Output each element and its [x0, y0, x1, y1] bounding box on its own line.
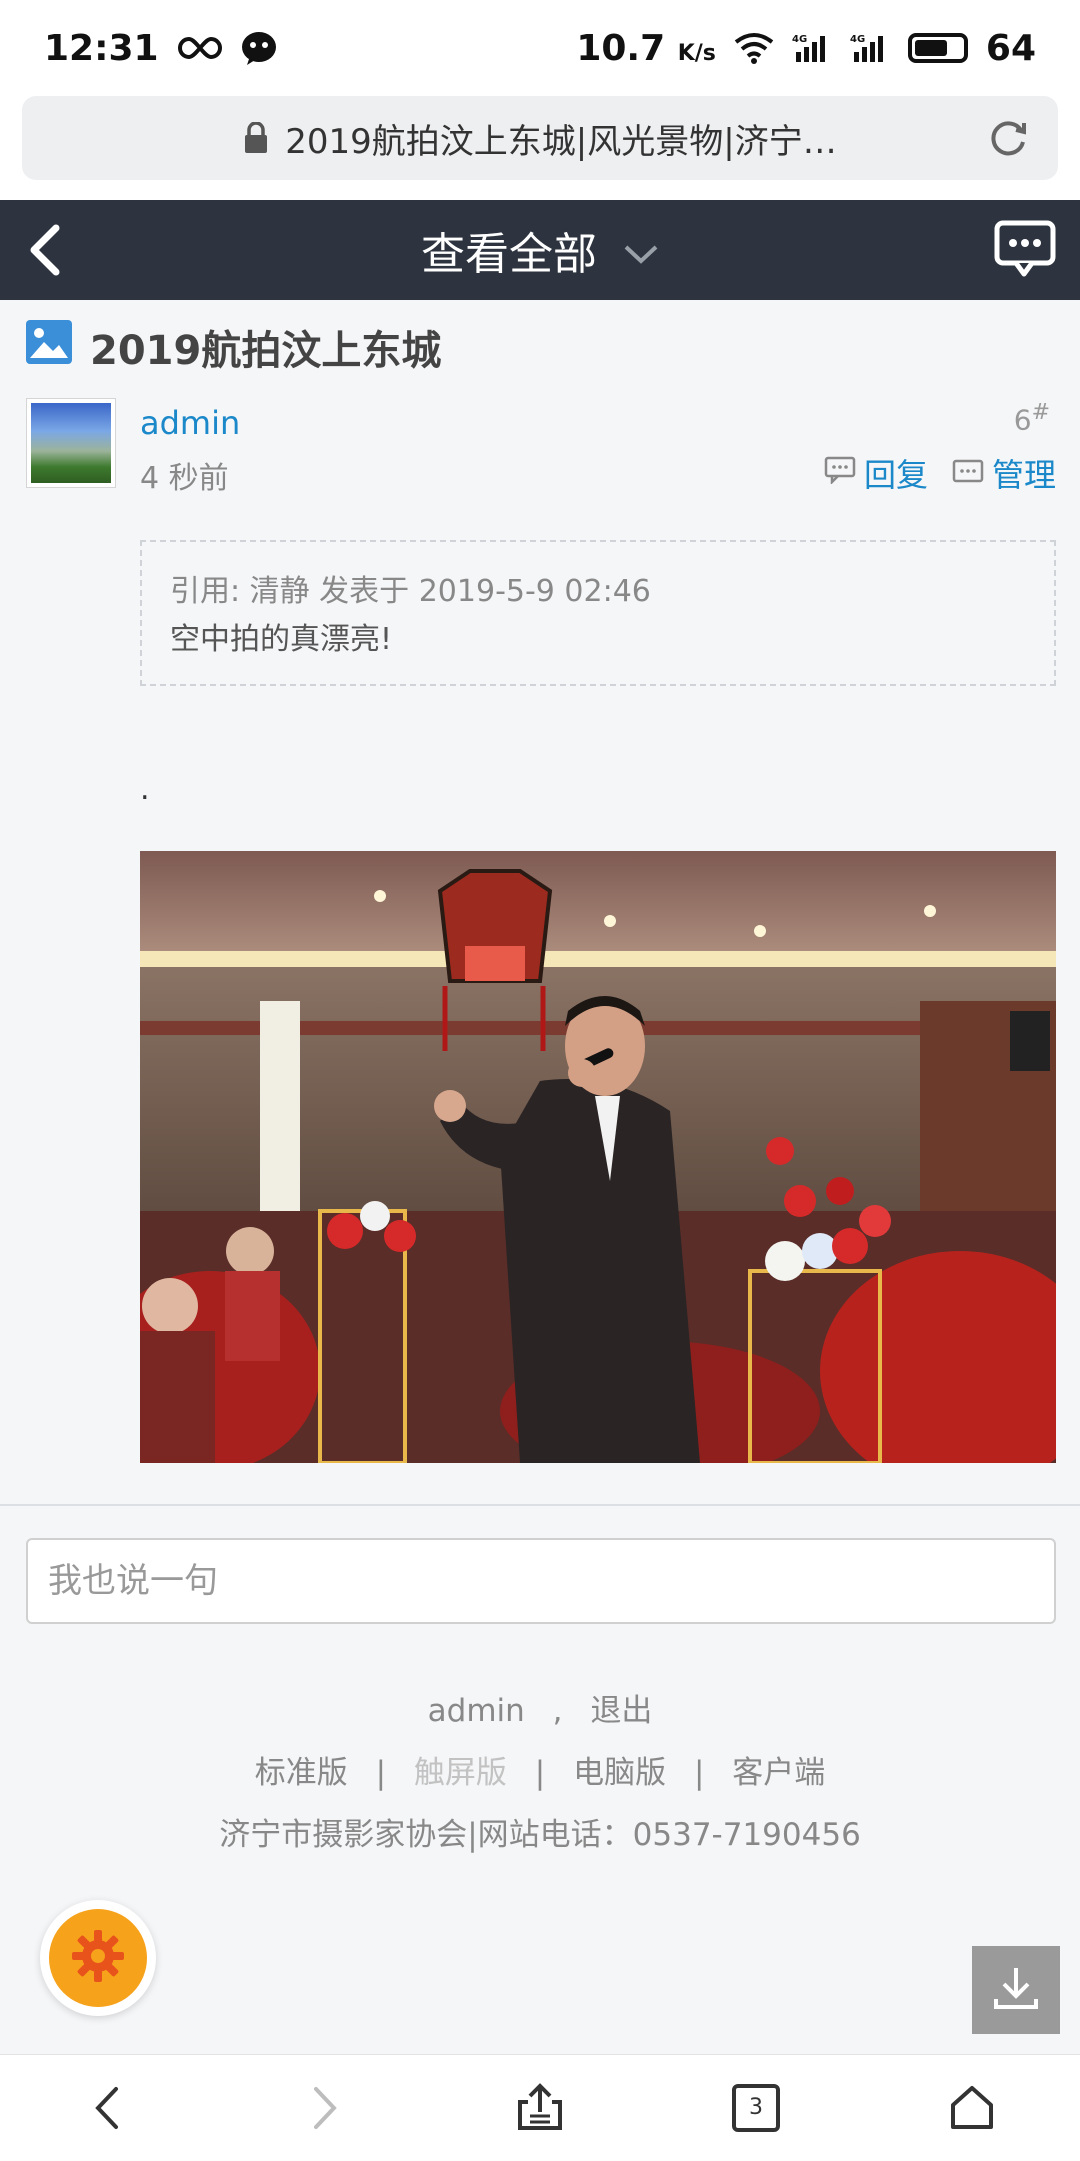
post-time: 4 秒前 — [140, 461, 229, 496]
quote-body: 空中拍的真漂亮! — [170, 622, 393, 657]
reply-label: 回复 — [863, 456, 928, 494]
address-bar-container: 2019航拍汶上东城|风光景物|济宁… — [0, 96, 1080, 200]
manage-button[interactable]: 管理 — [952, 450, 1056, 496]
chat-app-icon — [241, 31, 277, 65]
post-photo[interactable] — [140, 851, 1056, 1463]
address-bar[interactable]: 2019航拍汶上东城|风光景物|济宁… — [22, 96, 1058, 180]
battery-icon — [907, 33, 968, 63]
quote-header: 引用: 清静 发表于 2019-5-9 02:46 — [170, 574, 651, 609]
share-icon[interactable] — [495, 2063, 585, 2153]
avatar[interactable] — [26, 398, 116, 488]
lock-icon — [243, 122, 269, 154]
status-bar: 12:31 10.7 K/s 4G 4G 64 — [0, 0, 1080, 96]
client-link[interactable]: 客户端 — [732, 1755, 825, 1791]
footer: admin , 退出 标准版 | 触屏版 | 电脑版 | 客户端 济宁市摄影家协… — [0, 1680, 1080, 1866]
battery-level: 64 — [985, 27, 1036, 69]
post-actions: 回复 管理 — [824, 450, 1056, 496]
reply-input[interactable]: 我也说一句 — [26, 1538, 1056, 1624]
floor-number: 6# — [1013, 400, 1050, 437]
home-icon[interactable] — [927, 2063, 1017, 2153]
page-title: 2019航拍汶上东城 — [90, 328, 442, 374]
quote-block: 引用: 清静 发表于 2019-5-9 02:46 空中拍的真漂亮! — [140, 540, 1056, 686]
footer-version-row: 标准版 | 触屏版 | 电脑版 | 客户端 — [254, 1755, 826, 1791]
browser-toolbar: 3 — [0, 2054, 1080, 2161]
chevron-down-icon — [623, 225, 659, 276]
footer-user-row: admin , 退出 — [427, 1693, 653, 1729]
network-speed: 10.7 K/s — [576, 27, 716, 69]
settings-button[interactable] — [40, 1900, 156, 2016]
signal-4g-icon: 4G — [792, 32, 832, 64]
tabs-button[interactable]: 3 — [711, 2063, 801, 2153]
download-icon — [991, 1963, 1041, 2017]
browser-forward-icon — [279, 2063, 369, 2153]
browser-back-icon[interactable] — [63, 2063, 153, 2153]
post-text: . — [140, 772, 150, 807]
page-url-title: 2019航拍汶上东城|风光景物|济宁… — [285, 121, 837, 162]
reload-icon[interactable] — [986, 116, 1030, 169]
message-icon[interactable] — [994, 220, 1056, 282]
download-button[interactable] — [972, 1946, 1060, 2034]
logout-link[interactable]: 退出 — [590, 1693, 652, 1729]
tab-count: 3 — [732, 2084, 780, 2132]
clock: 12:31 — [44, 27, 159, 69]
image-post-icon — [26, 320, 72, 374]
nav-title-label: 查看全部 — [421, 229, 597, 280]
standard-version-link[interactable]: 标准版 — [255, 1755, 348, 1791]
desktop-version-link[interactable]: 电脑版 — [573, 1755, 666, 1791]
svg-text:4G: 4G — [850, 34, 865, 45]
reply-button[interactable]: 回复 — [824, 450, 928, 496]
back-arrow-icon[interactable] — [26, 222, 66, 282]
footer-info: 济宁市摄影家协会|网站电话：0537-7190456 — [219, 1817, 861, 1853]
thread-title-row: 2019航拍汶上东城 — [26, 318, 441, 376]
wifi-icon — [734, 32, 774, 64]
footer-user-link[interactable]: admin — [428, 1693, 525, 1729]
manage-icon — [952, 454, 984, 492]
infinity-icon — [177, 35, 223, 61]
site-navbar: 查看全部 — [0, 200, 1080, 300]
touch-version-link: 触屏版 — [413, 1755, 507, 1791]
divider — [0, 1504, 1080, 1506]
gear-icon — [70, 1928, 126, 1988]
svg-text:4G: 4G — [792, 34, 807, 45]
comment-icon — [824, 454, 856, 492]
view-all-dropdown[interactable]: 查看全部 — [421, 218, 659, 282]
signal-4g-icon-2: 4G — [850, 32, 890, 64]
author-link[interactable]: admin — [140, 404, 240, 442]
manage-label: 管理 — [991, 456, 1056, 494]
